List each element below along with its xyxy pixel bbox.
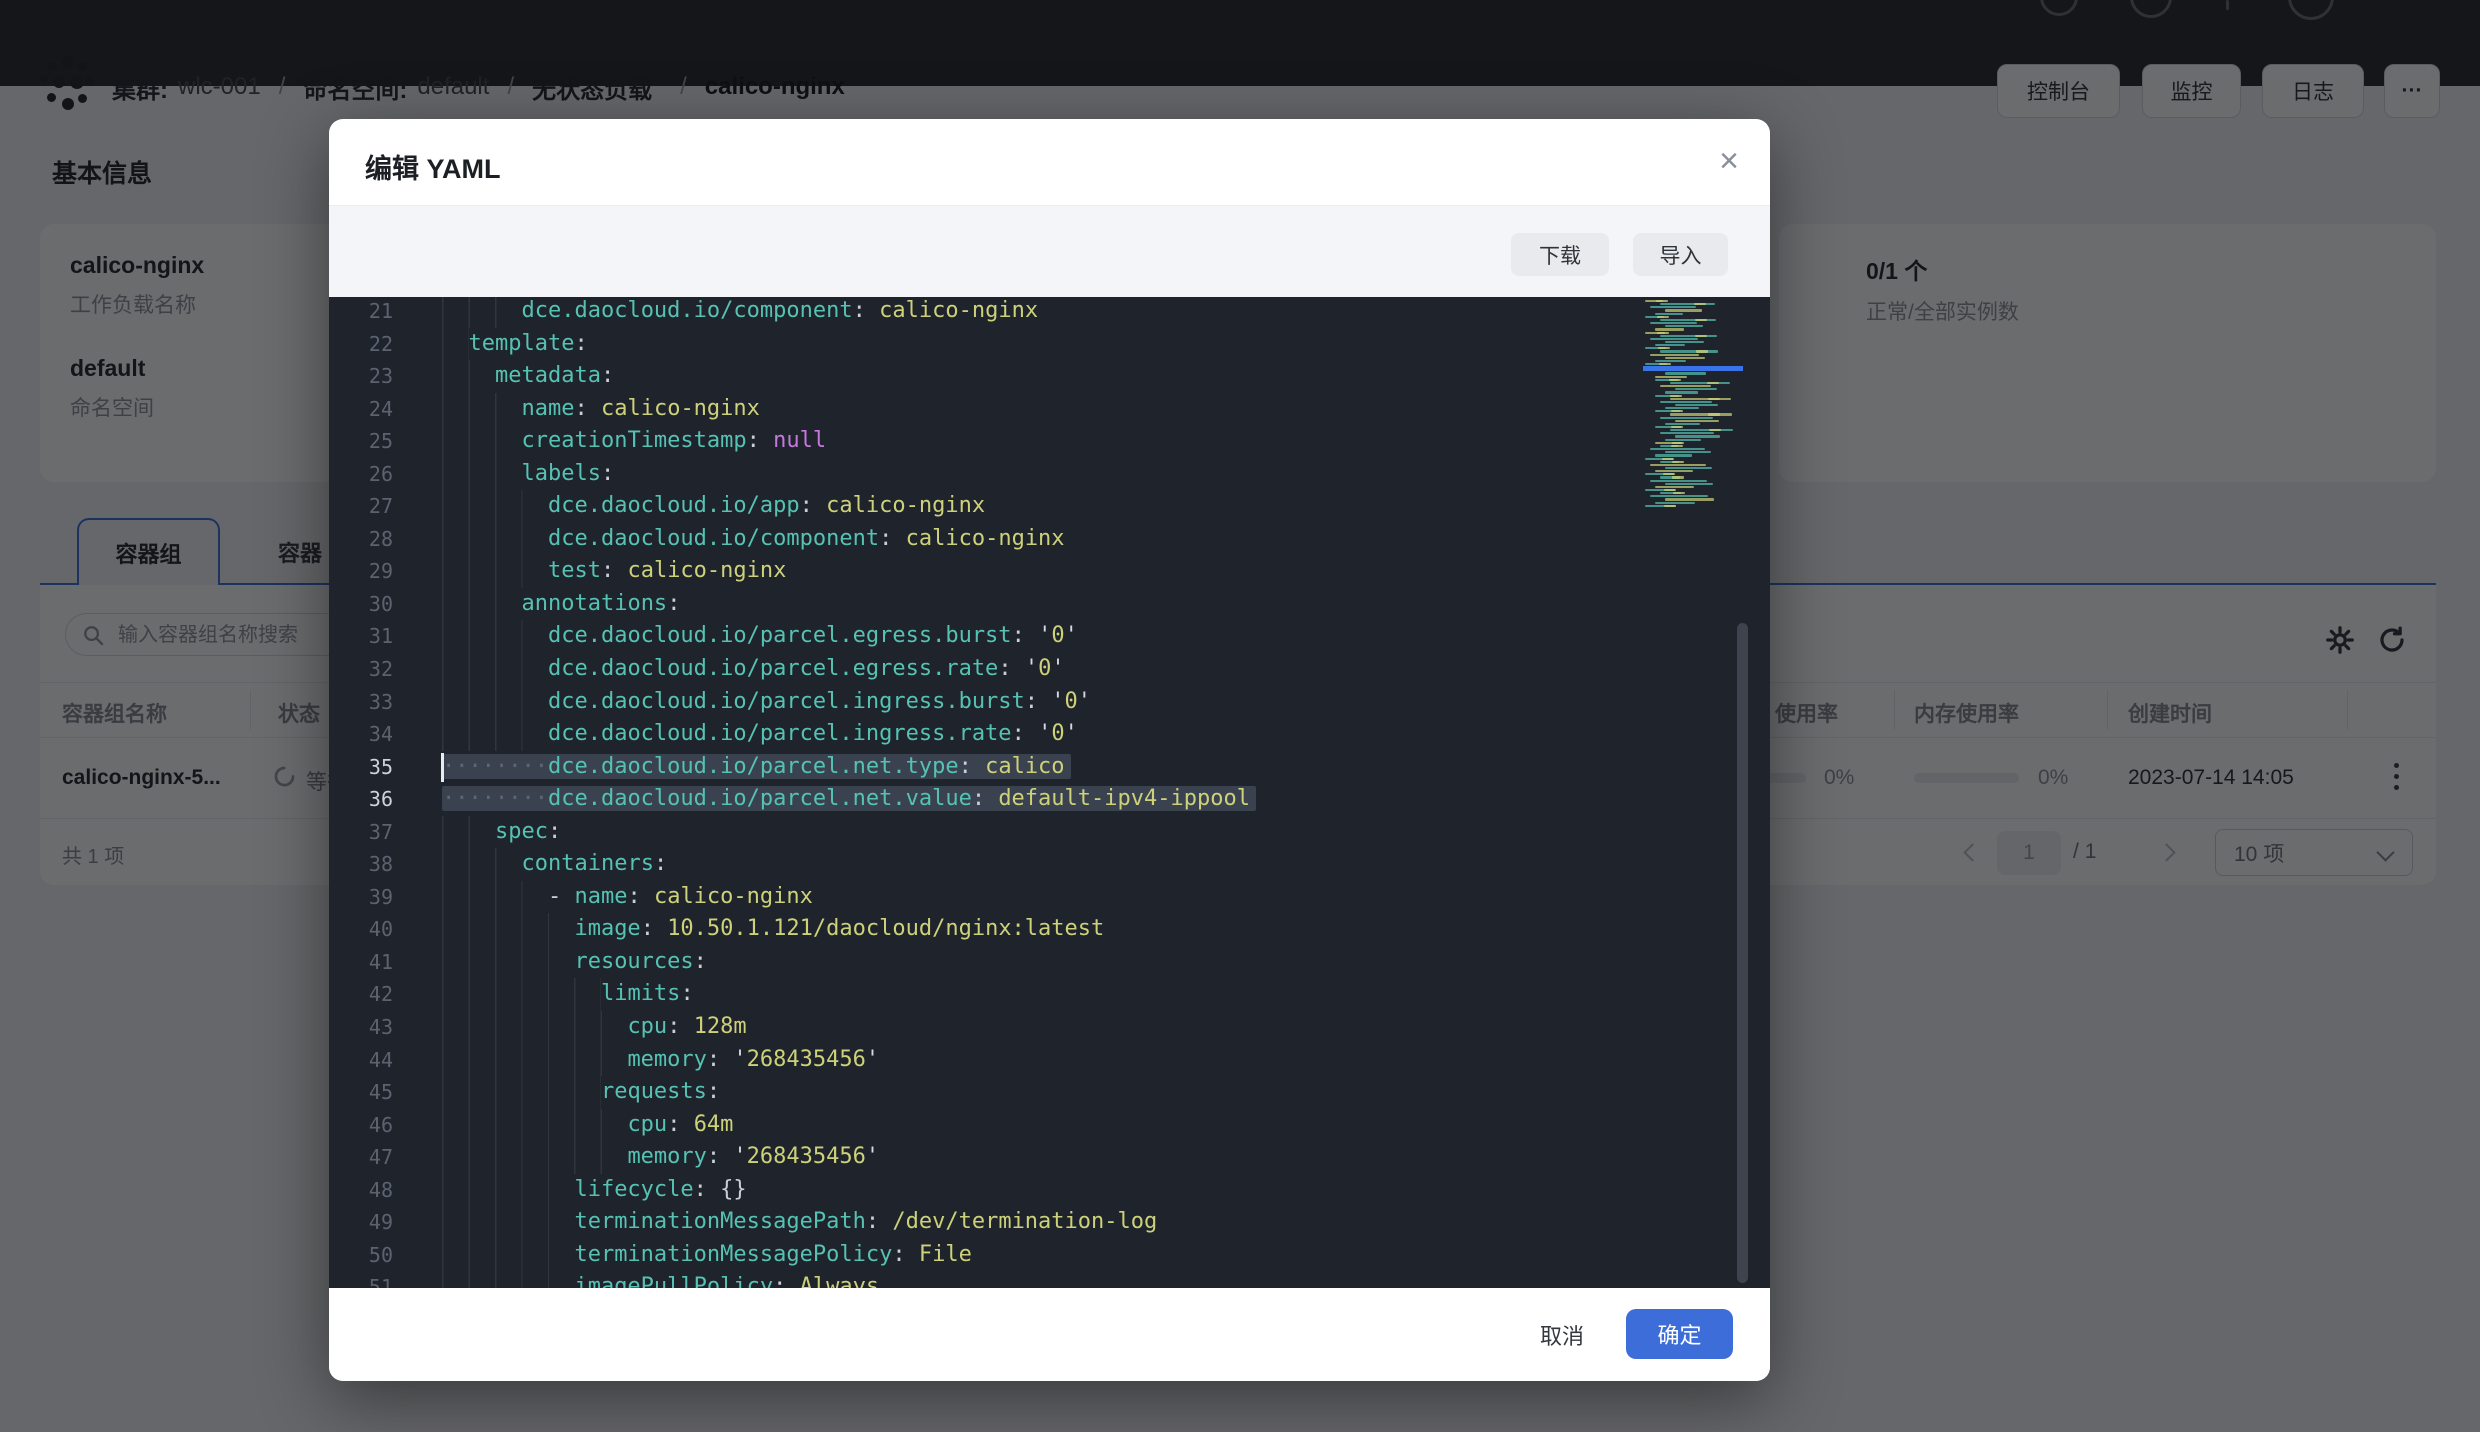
code-line[interactable]: 32 dce.daocloud.io/parcel.egress.rate: '…	[329, 653, 1770, 686]
editor-scrollbar[interactable]	[1737, 623, 1748, 1283]
code-line[interactable]: 47 memory: '268435456'	[329, 1141, 1770, 1174]
modal-toolbar: 下载 导入	[329, 206, 1770, 297]
yaml-editor[interactable]: 21 dce.daocloud.io/component: calico-ngi…	[329, 297, 1770, 1288]
line-number: 28	[329, 523, 442, 556]
modal-title: 编辑 YAML	[365, 147, 501, 186]
code-line[interactable]: 45 requests:	[329, 1076, 1770, 1109]
line-number: 44	[329, 1044, 442, 1077]
line-number: 22	[329, 328, 442, 361]
line-number: 29	[329, 555, 442, 588]
line-number: 35	[329, 751, 442, 784]
import-button[interactable]: 导入	[1633, 233, 1728, 276]
line-number: 24	[329, 393, 442, 426]
code-line[interactable]: 26 labels:	[329, 458, 1770, 491]
line-number: 41	[329, 946, 442, 979]
line-number: 26	[329, 458, 442, 491]
line-number: 27	[329, 490, 442, 523]
code-line[interactable]: 34 dce.daocloud.io/parcel.ingress.rate: …	[329, 718, 1770, 751]
cancel-button[interactable]: 取消	[1517, 1311, 1607, 1359]
line-number: 25	[329, 425, 442, 458]
code-line[interactable]: 46 cpu: 64m	[329, 1109, 1770, 1142]
workload-detail-page: 集群: wlc-001 / 命名空间: default / 无状态负载 / ca…	[0, 0, 2480, 1432]
code-line[interactable]: 41 resources:	[329, 946, 1770, 979]
line-number: 36	[329, 783, 442, 816]
text-cursor	[441, 753, 444, 782]
code-line[interactable]: 39 - name: calico-nginx	[329, 881, 1770, 914]
modal-header: 编辑 YAML ×	[329, 119, 1770, 206]
line-number: 40	[329, 913, 442, 946]
code-line[interactable]: 31 dce.daocloud.io/parcel.egress.burst: …	[329, 620, 1770, 653]
code-line[interactable]: 37 spec:	[329, 816, 1770, 849]
minimap-viewport-indicator[interactable]	[1643, 366, 1743, 371]
code-line[interactable]: 44 memory: '268435456'	[329, 1044, 1770, 1077]
code-line[interactable]: 25 creationTimestamp: null	[329, 425, 1770, 458]
code-line[interactable]: 22 template:	[329, 328, 1770, 361]
line-number: 51	[329, 1271, 442, 1288]
line-number: 39	[329, 881, 442, 914]
line-number: 38	[329, 848, 442, 881]
code-line[interactable]: 24 name: calico-nginx	[329, 393, 1770, 426]
line-number: 37	[329, 816, 442, 849]
line-number: 30	[329, 588, 442, 621]
modal-footer: 取消 确定	[329, 1288, 1770, 1381]
code-line[interactable]: 29 test: calico-nginx	[329, 555, 1770, 588]
line-number: 47	[329, 1141, 442, 1174]
line-number: 48	[329, 1174, 442, 1207]
line-number: 31	[329, 620, 442, 653]
line-number: 34	[329, 718, 442, 751]
line-number: 49	[329, 1206, 442, 1239]
code-line[interactable]: 49 terminationMessagePath: /dev/terminat…	[329, 1206, 1770, 1239]
code-line[interactable]: 43 cpu: 128m	[329, 1011, 1770, 1044]
code-line[interactable]: 50 terminationMessagePolicy: File	[329, 1239, 1770, 1272]
line-number: 42	[329, 978, 442, 1011]
line-number: 46	[329, 1109, 442, 1142]
code-line[interactable]: 48 lifecycle: {}	[329, 1174, 1770, 1207]
code-line[interactable]: 36········dce.daocloud.io/parcel.net.val…	[329, 783, 1770, 816]
code-line[interactable]: 21 dce.daocloud.io/component: calico-ngi…	[329, 297, 1770, 328]
line-number: 33	[329, 686, 442, 719]
code-line[interactable]: 38 containers:	[329, 848, 1770, 881]
code-line[interactable]: 30 annotations:	[329, 588, 1770, 621]
code-line[interactable]: 51 imagePullPolicy: Always	[329, 1271, 1770, 1288]
line-number: 50	[329, 1239, 442, 1272]
line-number: 21	[329, 297, 442, 328]
code-line[interactable]: 23 metadata:	[329, 360, 1770, 393]
code-area: 21 dce.daocloud.io/component: calico-ngi…	[329, 297, 1770, 1288]
code-line[interactable]: 27 dce.daocloud.io/app: calico-nginx	[329, 490, 1770, 523]
download-button[interactable]: 下载	[1511, 233, 1609, 276]
line-number: 32	[329, 653, 442, 686]
close-icon[interactable]: ×	[1707, 137, 1751, 185]
code-line[interactable]: 33 dce.daocloud.io/parcel.ingress.burst:…	[329, 686, 1770, 719]
code-line[interactable]: 40 image: 10.50.1.121/daocloud/nginx:lat…	[329, 913, 1770, 946]
minimap[interactable]	[1643, 300, 1739, 515]
code-line[interactable]: 35········dce.daocloud.io/parcel.net.typ…	[329, 751, 1770, 784]
edit-yaml-modal: 编辑 YAML × 下载 导入 21 dce.daocloud.io/compo…	[329, 119, 1770, 1381]
code-line[interactable]: 42 limits:	[329, 978, 1770, 1011]
line-number: 45	[329, 1076, 442, 1109]
confirm-button[interactable]: 确定	[1626, 1309, 1733, 1359]
line-number: 43	[329, 1011, 442, 1044]
code-line[interactable]: 28 dce.daocloud.io/component: calico-ngi…	[329, 523, 1770, 556]
line-number: 23	[329, 360, 442, 393]
